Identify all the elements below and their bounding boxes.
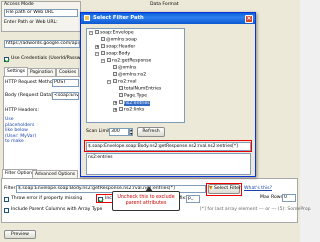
preview-button[interactable]: Preview: [4, 230, 36, 239]
tab-pagination[interactable]: Pagination: [27, 68, 57, 76]
use-credentials-checkbox[interactable]: [4, 57, 9, 62]
node-icon: [107, 58, 111, 62]
collapse-icon[interactable]: -: [89, 31, 93, 35]
enter-path-label: Enter Path or Web URL:: [4, 20, 58, 25]
node-icon: [119, 100, 123, 104]
node-icon: [113, 72, 117, 76]
url-input[interactable]: https://adwords.google.com/api/ae: [4, 40, 80, 48]
tree-view[interactable]: - soap:Envelope @xmlns:soap + soap:Heade…: [86, 28, 185, 123]
tree-node[interactable]: soap:Body: [101, 51, 130, 57]
spinner-icon[interactable]: ▲ ▼: [129, 128, 133, 136]
http-headers-label: HTTP Headers:: [5, 108, 39, 113]
tree-node[interactable]: @xmlns:ns2: [113, 72, 146, 78]
scan-limit-label: Scan Limit: [86, 129, 111, 134]
filter-hint: [*] for last array element --- or --- (5…: [200, 207, 311, 212]
tree-node[interactable]: ns2:rval: [113, 79, 136, 85]
node-icon: [101, 44, 105, 48]
expand-icon[interactable]: +: [95, 45, 99, 49]
dialog-title: Select Filter Path: [81, 13, 255, 24]
app-icon: [84, 15, 90, 21]
result-text: ns2:entries: [88, 155, 113, 160]
parent-prefix-input[interactable]: p_: [186, 195, 200, 203]
data-format-label: Data Format: [150, 2, 179, 7]
tree-node-selected[interactable]: ns2:entries: [119, 100, 150, 106]
expand-icon[interactable]: +: [113, 108, 117, 112]
node-icon: [113, 65, 117, 69]
tree-node[interactable]: @xmlns:soap: [101, 37, 137, 43]
collapse-icon[interactable]: -: [101, 59, 105, 63]
node-icon: [95, 30, 99, 34]
filter-label: Filter:: [4, 186, 17, 191]
use-credentials-label: Use Credentials (UserId/Passw: [11, 56, 81, 61]
include-parent-array-label: Include Parent Columns with Array Type: [11, 207, 103, 212]
http-method-label: HTTP Request Method: [5, 80, 56, 85]
tree-node[interactable]: soap:Envelope: [95, 30, 134, 36]
body-label: Body (Request Data): [5, 93, 53, 98]
http-method-select[interactable]: POST: [52, 79, 79, 87]
select-filter-highlight: [206, 183, 242, 196]
tree-node[interactable]: ns2:getResponse: [107, 58, 151, 64]
tree-node[interactable]: ns2:links: [119, 107, 144, 113]
result-box: ns2:entries: [86, 153, 251, 175]
expand-icon[interactable]: +: [113, 101, 117, 105]
node-icon: [119, 93, 123, 97]
callout-tooltip: Uncheck this to exclude parent attribute…: [112, 186, 180, 211]
close-icon[interactable]: ×: [245, 14, 253, 23]
tab-settings[interactable]: Settings: [4, 67, 29, 76]
expression-highlight: [84, 140, 252, 152]
throw-error-checkbox[interactable]: [4, 197, 9, 202]
collapse-icon[interactable]: -: [95, 52, 99, 56]
body-input[interactable]: <soap:Envel: [52, 92, 79, 100]
whats-this-link[interactable]: What's this?: [244, 186, 272, 192]
tree-node[interactable]: @xmlns: [113, 65, 136, 71]
max-rows-input[interactable]: 0: [282, 194, 296, 202]
tree-node[interactable]: soap:Header: [101, 44, 135, 50]
include-parent-array-checkbox[interactable]: [4, 208, 9, 213]
node-icon: [101, 51, 105, 55]
tab-cookies[interactable]: Cookies: [56, 68, 80, 76]
tab-advanced-options[interactable]: Advanced Options: [32, 170, 79, 178]
select-filter-dialog: Select Filter Path × - soap:Envelope @xm…: [80, 12, 256, 177]
placeholders-note: Use placeholders like below (User: MyVar…: [5, 117, 37, 144]
refresh-button[interactable]: Refresh: [137, 127, 165, 137]
access-mode-select[interactable]: File path or Web URL: [4, 9, 78, 17]
collapse-icon[interactable]: -: [107, 80, 111, 84]
tree-node[interactable]: Page.Type: [119, 93, 147, 99]
access-mode-label: Access Mode: [4, 2, 34, 7]
scan-limit-input[interactable]: 300: [109, 128, 129, 136]
node-icon: [113, 79, 117, 83]
throw-error-label: Throw error if property missing: [11, 196, 83, 201]
max-rows-label: Max Rows:: [260, 195, 285, 200]
node-icon: [101, 37, 105, 41]
node-icon: [119, 86, 123, 90]
node-icon: [119, 107, 123, 111]
tree-node[interactable]: totalNumEntries: [119, 86, 161, 92]
